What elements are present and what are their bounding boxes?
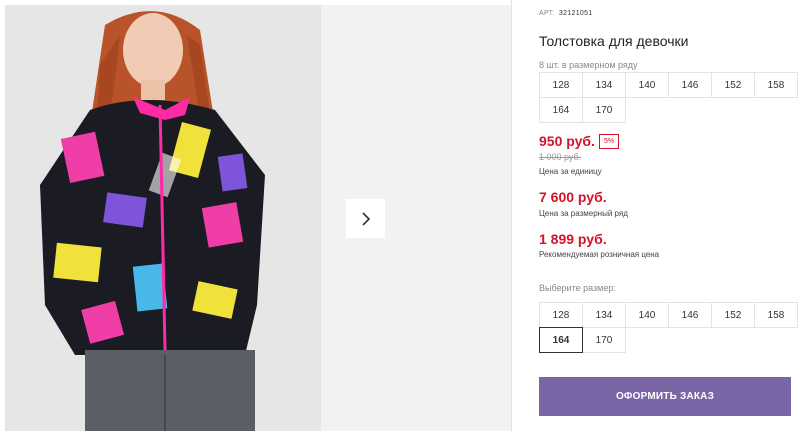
series-price-label: Цена за размерный ряд (539, 209, 628, 218)
size-range-item: 164 (539, 97, 583, 123)
retail-price-label: Рекомендуемая розничная цена (539, 250, 660, 259)
size-selector: 128 134 140 146 152 158 164 170 (539, 302, 798, 353)
product-title: Толстовка для девочки (539, 33, 689, 49)
size-range-item: 146 (668, 72, 712, 98)
old-price: 1 000 руб. (539, 152, 582, 162)
sku-label: АРТ. (539, 10, 555, 17)
size-option[interactable]: 152 (711, 302, 755, 328)
sku-line: АРТ. 32121051 (539, 10, 592, 17)
size-range-item: 170 (582, 97, 626, 123)
size-option[interactable]: 140 (625, 302, 669, 328)
size-option[interactable]: 134 (582, 302, 626, 328)
size-option[interactable]: 164 (539, 327, 583, 353)
series-price: 7 600 руб. (539, 189, 607, 205)
product-photo[interactable] (5, 5, 321, 431)
size-range-item: 128 (539, 72, 583, 98)
sku-value: 32121051 (558, 10, 593, 17)
unit-price-row: 950 руб. 5% (539, 133, 620, 149)
retail-price: 1 899 руб. (539, 231, 607, 247)
unit-price-label: Цена за единицу (539, 167, 602, 176)
unit-price: 950 руб. (539, 133, 595, 149)
product-photo-image (5, 5, 321, 431)
order-button[interactable]: ОФОРМИТЬ ЗАКАЗ (539, 377, 791, 416)
size-option[interactable]: 170 (582, 327, 626, 353)
size-option[interactable]: 128 (539, 302, 583, 328)
discount-badge: 5% (598, 133, 620, 149)
size-option[interactable]: 146 (668, 302, 712, 328)
size-range-item: 152 (711, 72, 755, 98)
size-range-item: 140 (625, 72, 669, 98)
gallery-next-button[interactable] (346, 199, 385, 238)
choose-size-label: Выберите размер: (539, 283, 616, 293)
product-gallery (0, 0, 511, 431)
series-note: 8 шт. в размерном ряду (539, 60, 638, 70)
panel-divider (511, 0, 512, 431)
size-range-item: 158 (754, 72, 798, 98)
size-option[interactable]: 158 (754, 302, 798, 328)
size-range-item: 134 (582, 72, 626, 98)
size-range-grid: 128 134 140 146 152 158 164 170 (539, 72, 798, 123)
chevron-right-icon (361, 211, 370, 226)
